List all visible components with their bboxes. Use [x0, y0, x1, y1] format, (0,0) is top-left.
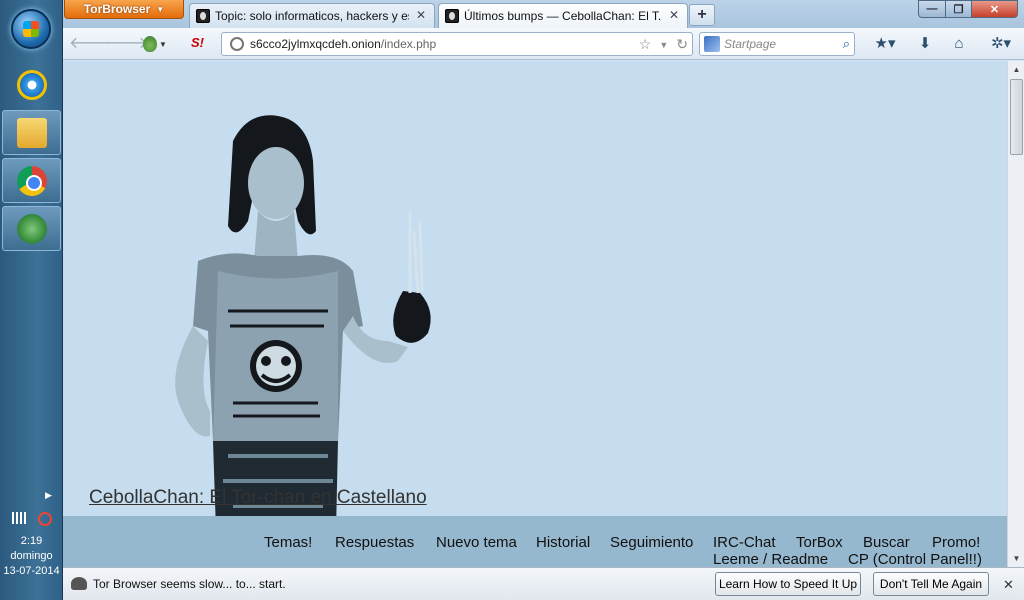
- windows-taskbar: ▶ 2:19 domingo 13-07-2014: [0, 0, 63, 600]
- new-tab-button[interactable]: +: [689, 4, 715, 26]
- menu-link-respuestas[interactable]: Respuestas: [335, 534, 414, 551]
- menu-link-historial[interactable]: Historial: [536, 534, 590, 551]
- noscript-icon[interactable]: S!: [191, 35, 209, 53]
- chevron-down-icon[interactable]: ▼: [659, 36, 668, 54]
- close-tab-icon[interactable]: ✕: [667, 9, 681, 23]
- search-placeholder: Startpage: [724, 37, 777, 51]
- search-engine-icon[interactable]: [704, 36, 720, 52]
- taskbar-clock[interactable]: 2:19 domingo 13-07-2014: [0, 534, 63, 579]
- menu-link-control-panel[interactable]: CP (Control Panel!!): [848, 551, 982, 567]
- site-menu: Temas! Respuestas Nuevo tema Historial S…: [63, 516, 1007, 567]
- clock-date: 13-07-2014: [3, 565, 60, 577]
- taskbar-ie-button[interactable]: [2, 62, 61, 107]
- taskbar-explorer-button[interactable]: [2, 110, 61, 155]
- start-button[interactable]: [11, 9, 51, 49]
- taskbar-tor-button[interactable]: [2, 206, 61, 251]
- tab-ultimos-bumps[interactable]: Últimos bumps — CebollaChan: El T... ✕: [438, 3, 688, 28]
- addon-icon[interactable]: ✲▾: [985, 34, 1017, 54]
- site-title-link[interactable]: CebollaChan: El Tor-chan en Castellano: [89, 487, 427, 509]
- minimize-button[interactable]: —: [918, 0, 946, 18]
- system-tray: [12, 512, 52, 526]
- bookmarks-menu-button[interactable]: ★▾: [869, 34, 901, 54]
- taskbar-chrome-button[interactable]: [2, 158, 61, 203]
- network-icon[interactable]: [12, 512, 28, 524]
- tab-title: Últimos bumps — CebollaChan: El T...: [464, 9, 662, 23]
- notification-text: Tor Browser seems slow... to... start.: [93, 577, 286, 591]
- close-notification-icon[interactable]: ✕: [1003, 577, 1014, 593]
- url-text: s6cco2jylmxqcdeh.onion/index.php: [250, 37, 436, 51]
- menu-link-buscar[interactable]: Buscar: [863, 534, 910, 551]
- favicon-icon: [445, 9, 459, 23]
- clock-day: domingo: [10, 550, 53, 562]
- menu-link-torbox[interactable]: TorBox: [796, 534, 843, 551]
- clock-time: 2:19: [20, 535, 43, 547]
- back-button[interactable]: 🡐: [69, 34, 112, 54]
- url-bar[interactable]: s6cco2jylmxqcdeh.onion/index.php ☆ ▼ ↻: [221, 32, 693, 56]
- browser-window: TorBrowser ▼ Topic: solo informaticos, h…: [63, 0, 1024, 600]
- turtle-icon: [71, 577, 87, 590]
- chrome-icon: [16, 165, 47, 196]
- close-window-button[interactable]: ✕: [971, 0, 1018, 18]
- menu-link-promo[interactable]: Promo!: [932, 534, 980, 551]
- menu-link-temas[interactable]: Temas!: [264, 534, 312, 551]
- scroll-up-icon[interactable]: ▲: [1008, 61, 1024, 78]
- show-hidden-icons-button[interactable]: ▶: [45, 490, 52, 501]
- menu-link-irc-chat[interactable]: IRC-Chat: [713, 534, 776, 551]
- close-tab-icon[interactable]: ✕: [414, 9, 428, 23]
- banner-image: [175, 115, 431, 531]
- downloads-icon[interactable]: ⬇: [915, 34, 935, 54]
- favicon-icon: [196, 9, 210, 23]
- menu-link-nuevo-tema[interactable]: Nuevo tema: [436, 534, 517, 551]
- globe-icon: [230, 37, 244, 51]
- tor-globe-icon: [16, 213, 47, 244]
- dont-tell-again-button[interactable]: Don't Tell Me Again: [873, 572, 989, 596]
- maximize-button[interactable]: ❐: [945, 0, 972, 18]
- forward-button[interactable]: 🡒: [105, 34, 148, 54]
- url-host: s6cco2jylmxqcdeh.onion: [250, 37, 381, 51]
- scrollbar-thumb[interactable]: [1010, 79, 1023, 155]
- search-icon[interactable]: ⌕: [843, 36, 854, 52]
- home-icon[interactable]: ⌂: [949, 34, 969, 54]
- vertical-scrollbar[interactable]: ▲ ▼: [1007, 61, 1024, 567]
- menu-link-seguimiento[interactable]: Seguimiento: [610, 534, 693, 551]
- app-menu-button[interactable]: TorBrowser ▼: [64, 0, 184, 19]
- search-bar[interactable]: Startpage ⌕: [699, 32, 855, 56]
- folder-icon: [16, 117, 47, 148]
- internet-explorer-icon: [16, 69, 47, 100]
- url-path: /index.php: [380, 37, 437, 51]
- app-menu-label: TorBrowser: [83, 2, 151, 16]
- notification-bar: Tor Browser seems slow... to... start. L…: [63, 567, 1024, 600]
- tab-title: Topic: solo informaticos, hackers y es..…: [215, 9, 409, 23]
- learn-speed-button[interactable]: Learn How to Speed It Up: [715, 572, 861, 596]
- chevron-down-icon: ▼: [156, 4, 165, 14]
- menu-link-leeme[interactable]: Leeme / Readme: [713, 551, 828, 567]
- volume-muted-icon[interactable]: [38, 512, 52, 526]
- page-content: CebollaChan: El Tor-chan en Castellano T…: [63, 61, 1007, 567]
- tor-button[interactable]: ▼: [143, 34, 173, 54]
- bookmark-star-icon[interactable]: ☆: [639, 36, 652, 54]
- scroll-down-icon[interactable]: ▼: [1008, 550, 1024, 567]
- chevron-down-icon: ▼: [159, 39, 167, 49]
- tab-strip: TorBrowser ▼ Topic: solo informaticos, h…: [63, 0, 1024, 28]
- onion-icon: [143, 36, 157, 52]
- navigation-toolbar: 🡐 🡒 ▼ S! s6cco2jylmxqcdeh.onion/index.ph…: [63, 28, 1024, 60]
- tab-topic[interactable]: Topic: solo informaticos, hackers y es..…: [189, 3, 435, 28]
- reload-icon[interactable]: ↻: [676, 36, 688, 54]
